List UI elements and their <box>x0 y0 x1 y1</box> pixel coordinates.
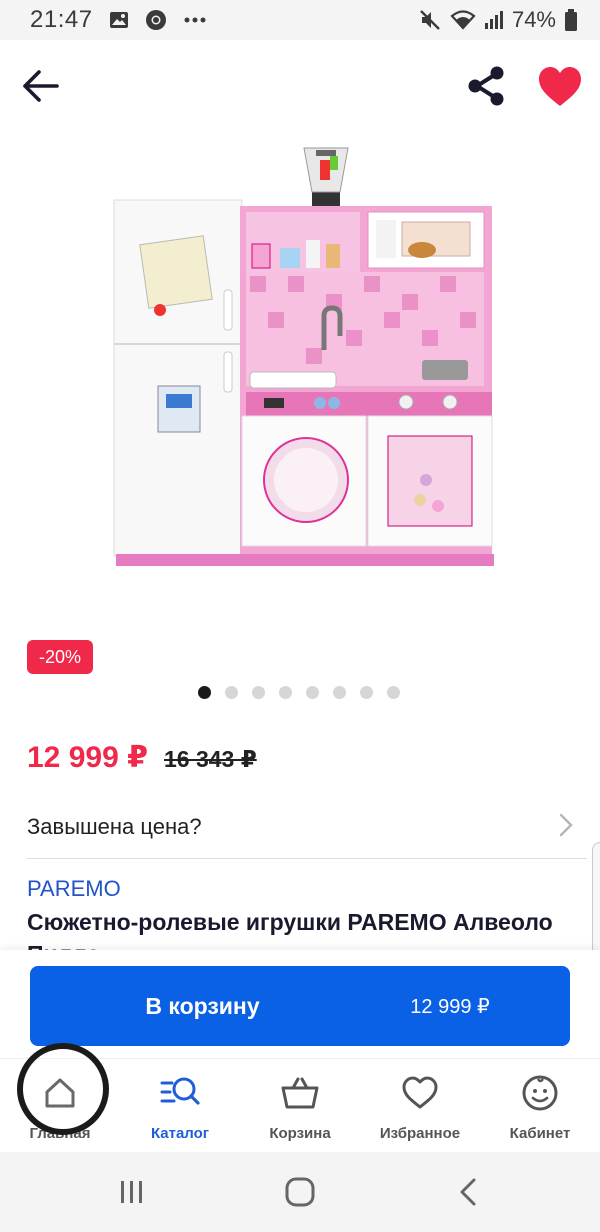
carousel-dot[interactable] <box>306 686 319 699</box>
system-navigation-bar <box>0 1152 600 1232</box>
wifi-icon <box>450 9 476 31</box>
chevron-right-icon <box>559 813 573 842</box>
status-right: 74% <box>418 7 578 33</box>
top-bar <box>0 40 600 136</box>
nav-item-catalog[interactable]: Каталог <box>120 1059 240 1152</box>
nav-item-profile[interactable]: Кабинет <box>480 1059 600 1152</box>
chevron-left-icon <box>460 1178 476 1206</box>
back-system-button[interactable] <box>448 1172 488 1212</box>
share-button[interactable] <box>464 64 508 108</box>
carousel-dot[interactable] <box>387 686 400 699</box>
carousel-dot[interactable] <box>333 686 346 699</box>
nav-label-cart: Корзина <box>269 1125 331 1142</box>
heart-filled-icon <box>539 67 581 106</box>
profile-icon <box>520 1073 560 1113</box>
report-overpriced-label: Завышена цена? <box>27 814 202 839</box>
cart-area: В корзину 12 999 ₽ <box>0 950 600 1058</box>
product-title: Сюжетно-ролевые игрушки PAREMO Алвеоло П… <box>27 909 553 950</box>
nav-label-favorites: Избранное <box>379 1125 461 1142</box>
more-icon <box>183 16 207 24</box>
home-system-button[interactable] <box>280 1172 320 1212</box>
add-to-cart-button[interactable]: В корзину 12 999 ₽ <box>30 966 570 1046</box>
basket-icon <box>280 1073 320 1113</box>
assistive-touch-button[interactable] <box>17 1043 109 1135</box>
mute-icon <box>418 8 442 32</box>
add-to-cart-price: 12 999 ₽ <box>410 995 490 1018</box>
status-left: 21:47 <box>30 6 207 34</box>
price-old: 16 343 ₽ <box>163 746 257 772</box>
home-circle-icon <box>285 1177 315 1207</box>
status-bar: 21:47 74% <box>0 0 600 40</box>
image-icon <box>109 10 129 30</box>
arrow-left-icon <box>23 70 59 102</box>
nav-item-favorites[interactable]: Избранное <box>360 1059 480 1152</box>
nav-item-cart[interactable]: Корзина <box>240 1059 360 1152</box>
recent-apps-icon <box>121 1181 142 1203</box>
nav-label-profile: Кабинет <box>509 1125 571 1142</box>
report-overpriced-link[interactable]: Завышена цена? <box>0 796 600 858</box>
back-button[interactable] <box>18 64 62 108</box>
carousel-dot[interactable] <box>225 686 238 699</box>
chrome-icon <box>145 9 167 31</box>
carousel-dot[interactable] <box>252 686 265 699</box>
product-image[interactable] <box>100 140 500 580</box>
nav-label-catalog: Каталог <box>150 1125 210 1142</box>
status-time: 21:47 <box>30 6 93 33</box>
price-row: 12 999 ₽ 16 343 ₽ <box>27 740 257 775</box>
share-icon <box>468 66 504 106</box>
heart-outline-icon <box>400 1073 440 1113</box>
favorite-button[interactable] <box>534 62 586 112</box>
carousel-dot[interactable] <box>279 686 292 699</box>
catalog-search-icon <box>160 1073 200 1113</box>
recent-apps-button[interactable] <box>112 1172 152 1212</box>
price-current: 12 999 ₽ <box>27 741 148 774</box>
toy-kitchen-illustration <box>113 147 494 566</box>
carousel-dot[interactable] <box>198 686 211 699</box>
image-carousel-indicator[interactable] <box>0 686 600 699</box>
discount-badge: -20% <box>27 640 94 674</box>
add-to-cart-label: В корзину <box>145 992 260 1019</box>
carousel-dot[interactable] <box>360 686 373 699</box>
battery-percent: 74% <box>511 7 556 32</box>
divider <box>27 858 587 859</box>
signal-icon <box>484 10 504 30</box>
brand-link[interactable]: PAREMO <box>27 876 121 902</box>
battery-icon <box>564 9 578 31</box>
